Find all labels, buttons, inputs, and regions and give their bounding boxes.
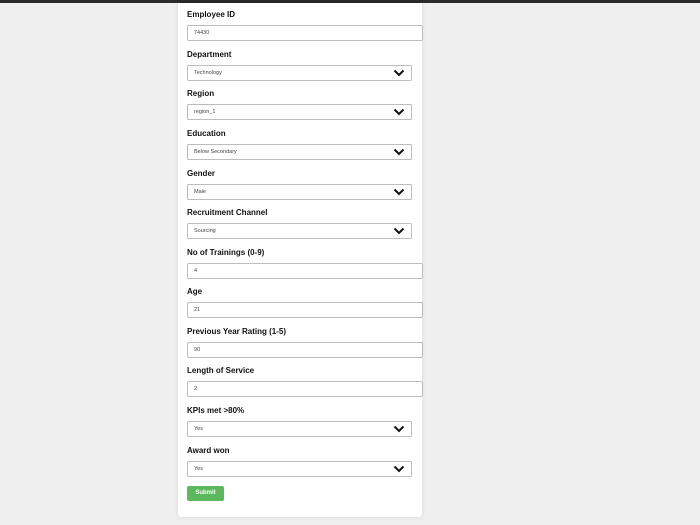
education-group: Education Below Secondary bbox=[187, 129, 412, 160]
chevron-down-icon bbox=[393, 465, 405, 473]
education-select[interactable]: Below Secondary bbox=[187, 144, 412, 160]
kpis-met-group: KPIs met >80% Yes bbox=[187, 406, 412, 437]
kpis-met-value: Yes bbox=[194, 426, 203, 432]
no-of-trainings-label: No of Trainings (0-9) bbox=[187, 248, 265, 257]
employee-id-group: Employee ID 74430 bbox=[187, 10, 423, 41]
recruitment-channel-label: Recruitment Channel bbox=[187, 208, 268, 217]
region-group: Region region_1 bbox=[187, 89, 412, 120]
employee-id-value: 74430 bbox=[194, 30, 210, 36]
region-select[interactable]: region_1 bbox=[187, 104, 412, 120]
age-label: Age bbox=[187, 287, 203, 296]
region-value: region_1 bbox=[194, 109, 216, 115]
length-of-service-input[interactable]: 2 bbox=[187, 381, 423, 397]
department-group: Department Technology bbox=[187, 50, 412, 81]
chevron-down-icon bbox=[393, 148, 405, 156]
employee-id-input[interactable]: 74430 bbox=[187, 25, 423, 41]
length-of-service-label: Length of Service bbox=[187, 366, 255, 375]
no-of-trainings-value: 4 bbox=[194, 268, 198, 274]
kpis-met-select[interactable]: Yes bbox=[187, 421, 412, 437]
chevron-down-icon bbox=[393, 188, 405, 196]
recruitment-channel-select[interactable]: Sourcing bbox=[187, 223, 412, 239]
no-of-trainings-group: No of Trainings (0-9) 4 bbox=[187, 248, 423, 279]
recruitment-channel-group: Recruitment Channel Sourcing bbox=[187, 208, 412, 239]
department-label: Department bbox=[187, 50, 232, 59]
kpis-met-label: KPIs met >80% bbox=[187, 406, 245, 415]
chevron-down-icon bbox=[393, 108, 405, 116]
gender-group: Gender Male bbox=[187, 169, 412, 200]
previous-year-rating-value: 90 bbox=[194, 347, 201, 353]
award-won-group: Award won Yes bbox=[187, 446, 412, 477]
education-label: Education bbox=[187, 129, 226, 138]
award-won-value: Yes bbox=[194, 466, 203, 472]
region-label: Region bbox=[187, 89, 215, 98]
chevron-down-icon bbox=[393, 425, 405, 433]
age-value: 21 bbox=[194, 307, 201, 313]
submit-button[interactable]: Submit bbox=[187, 486, 224, 501]
department-select[interactable]: Technology bbox=[187, 65, 412, 81]
previous-year-rating-input[interactable]: 90 bbox=[187, 342, 423, 358]
no-of-trainings-input[interactable]: 4 bbox=[187, 263, 423, 279]
length-of-service-value: 2 bbox=[194, 386, 198, 392]
award-won-label: Award won bbox=[187, 446, 230, 455]
education-value: Below Secondary bbox=[194, 149, 237, 155]
chevron-down-icon bbox=[393, 69, 405, 77]
gender-value: Male bbox=[194, 189, 206, 195]
age-input[interactable]: 21 bbox=[187, 302, 423, 318]
age-group: Age 21 bbox=[187, 287, 423, 318]
chevron-down-icon bbox=[393, 227, 405, 235]
gender-label: Gender bbox=[187, 169, 216, 178]
department-value: Technology bbox=[194, 70, 222, 76]
length-of-service-group: Length of Service 2 bbox=[187, 366, 423, 397]
gender-select[interactable]: Male bbox=[187, 184, 412, 200]
previous-year-rating-label: Previous Year Rating (1-5) bbox=[187, 327, 286, 336]
previous-year-rating-group: Previous Year Rating (1-5) 90 bbox=[187, 327, 423, 358]
employee-form: Employee ID 74430 Department Technology … bbox=[178, 3, 423, 517]
award-won-select[interactable]: Yes bbox=[187, 461, 412, 477]
recruitment-channel-value: Sourcing bbox=[194, 228, 216, 234]
employee-id-label: Employee ID bbox=[187, 10, 236, 19]
